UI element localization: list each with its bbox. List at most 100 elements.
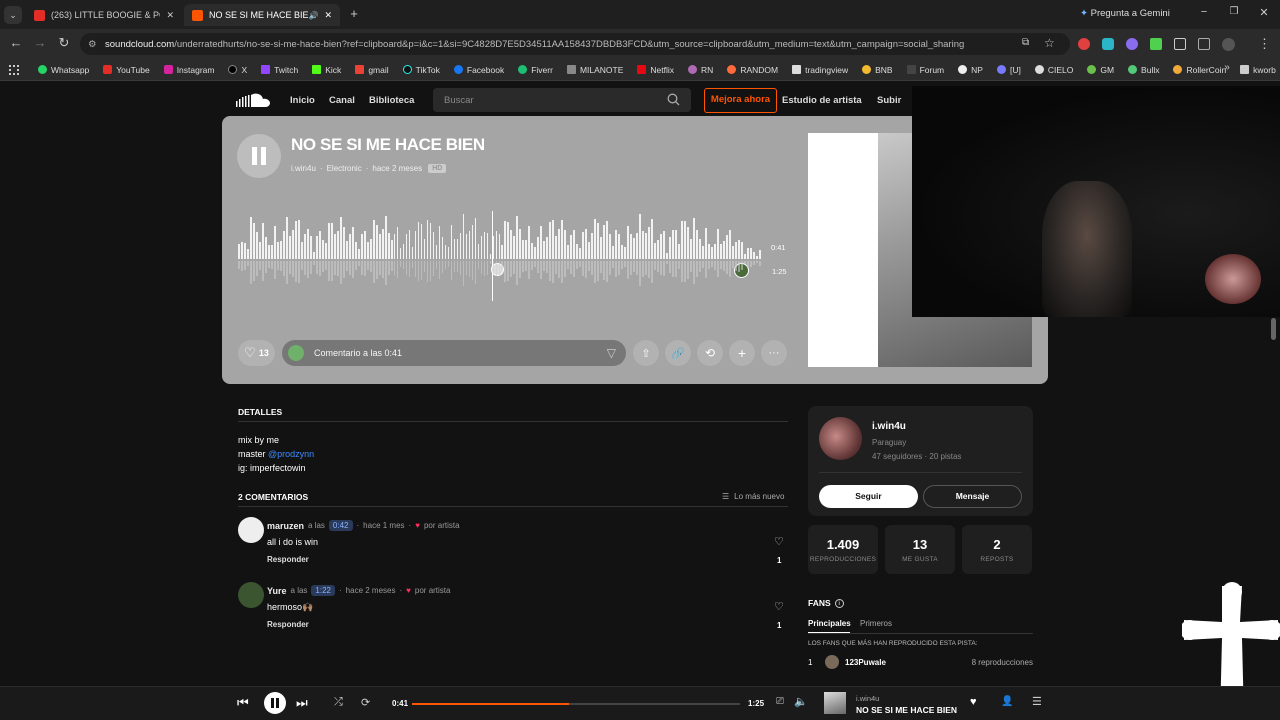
info-icon[interactable]: i	[834, 598, 844, 608]
follow-button[interactable]: Seguir	[819, 485, 918, 508]
comment-user[interactable]: Yure	[267, 586, 287, 596]
sort-dropdown[interactable]: ☰ Lo más nuevo	[722, 492, 784, 501]
player-artwork[interactable]	[824, 692, 846, 714]
tab-youtube[interactable]: (263) LITTLE BOOGIE & POST M ✕	[26, 4, 182, 26]
send-icon[interactable]: ▽	[607, 346, 616, 360]
ai-extension-icon[interactable]	[1126, 38, 1138, 50]
comment-timestamp[interactable]: 1:22	[311, 585, 335, 596]
bookmark-tiktok[interactable]: TikTok	[402, 65, 440, 75]
bookmark-bnb[interactable]: BNB	[862, 65, 893, 75]
pause-button[interactable]	[237, 134, 281, 178]
bookmark-x[interactable]: X	[228, 65, 247, 75]
player-like-icon[interactable]: ♥	[970, 696, 977, 708]
repost-button[interactable]: ⟲	[697, 340, 723, 366]
comment-input[interactable]: Comentario a las 0:41 ▽	[282, 340, 626, 366]
bookmark-fiverr[interactable]: Fiverr	[518, 65, 553, 75]
comment-avatar[interactable]	[238, 582, 264, 608]
bookmarks-overflow-icon[interactable]: »	[1220, 62, 1234, 73]
search-input[interactable]: Buscar	[433, 88, 691, 112]
queue-icon[interactable]: ☰	[1032, 695, 1042, 708]
menu-kebab-icon[interactable]: ⋮	[1258, 36, 1271, 52]
bookmark-u[interactable]: [U]	[996, 65, 1021, 75]
progress-slider[interactable]	[412, 703, 740, 705]
next-icon[interactable]: ⏭	[296, 695, 308, 711]
puzzle-extension-icon[interactable]	[1174, 38, 1186, 50]
cast-icon[interactable]: ⎚	[776, 696, 784, 707]
like-button[interactable]: ♡ 13	[238, 340, 275, 366]
speaker-icon[interactable]: 🔊	[308, 11, 318, 20]
bookmark-forum[interactable]: Forum	[906, 65, 944, 75]
bookmark-netflix[interactable]: Netflix	[637, 65, 674, 75]
new-tab-icon[interactable]: +	[346, 6, 362, 21]
share-button[interactable]: ⇧	[633, 340, 659, 366]
track-artist-link[interactable]: i.win4u	[291, 164, 316, 173]
follow-user-icon[interactable]: 👤	[1001, 696, 1013, 707]
back-icon[interactable]: ←	[8, 35, 24, 50]
apps-grid-icon[interactable]	[9, 65, 19, 75]
upgrade-button[interactable]: Mejora ahora	[704, 88, 777, 113]
reply-button[interactable]: Responder	[267, 620, 309, 629]
bookmark-facebook[interactable]: Facebook	[453, 65, 504, 75]
tracks-count[interactable]: 20 pistas	[929, 452, 961, 461]
waveform[interactable]	[238, 211, 762, 301]
url-field[interactable]: ⚙ soundcloud.com /underratedhurts/no-se-…	[80, 33, 1070, 55]
add-to-playlist-button[interactable]: +	[729, 340, 755, 366]
site-info-icon[interactable]: ⚙	[88, 39, 97, 50]
bookmark-kworb[interactable]: kworb	[1240, 65, 1276, 75]
reload-icon[interactable]: ↻	[56, 35, 72, 51]
tab-list-icon[interactable]: ⌄	[4, 6, 22, 24]
bookmark-instagram[interactable]: Instagram	[163, 65, 214, 75]
media-extension-icon[interactable]	[1198, 38, 1210, 50]
player-title[interactable]: NO SE SI ME HACE BIEN	[856, 705, 957, 715]
artist-name[interactable]: i.win4u	[872, 421, 906, 432]
soundcloud-logo-icon[interactable]	[236, 92, 270, 109]
track-genre[interactable]: Electronic	[327, 164, 362, 173]
bookmark-tradingview[interactable]: tradingview	[792, 65, 848, 75]
nav-studio[interactable]: Estudio de artista	[782, 95, 862, 106]
comment-user[interactable]: maruzen	[267, 521, 304, 531]
nav-biblioteca[interactable]: Biblioteca	[369, 95, 414, 106]
bookmark-np[interactable]: NP	[958, 65, 983, 75]
tab-primeros[interactable]: Primeros	[860, 619, 892, 628]
shuffle-icon[interactable]: ⤮	[334, 696, 343, 709]
forward-icon[interactable]: →	[32, 35, 48, 50]
tab-principales[interactable]: Principales	[808, 619, 851, 628]
search-icon[interactable]	[667, 93, 680, 106]
maximize-icon[interactable]: ❐	[1226, 6, 1242, 17]
bookmark-kick[interactable]: Kick	[312, 65, 341, 75]
nav-canal[interactable]: Canal	[329, 95, 355, 106]
gemini-button[interactable]: ✦ Pregunta a Gemini	[1080, 8, 1170, 19]
message-button[interactable]: Mensaje	[923, 485, 1022, 508]
tab-soundcloud[interactable]: NO SE SI ME HACE BIEN 🔊 ✕	[184, 4, 340, 26]
player-pause-button[interactable]	[264, 692, 286, 714]
bookmark-bullx[interactable]: Bullx	[1128, 65, 1159, 75]
close-icon[interactable]: ✕	[324, 10, 332, 21]
bookmark-milanote[interactable]: MILANOTE	[566, 65, 623, 75]
record-extension-icon[interactable]	[1078, 38, 1090, 50]
artist-avatar[interactable]	[819, 417, 862, 460]
minimize-icon[interactable]: −	[1196, 6, 1212, 18]
page-scrollbar[interactable]	[1271, 318, 1276, 340]
bookmark-rn[interactable]: RN	[688, 65, 713, 75]
comment-avatar[interactable]	[238, 517, 264, 543]
nav-upload[interactable]: Subir	[877, 95, 901, 106]
mention-link[interactable]: @prodzynn	[268, 449, 314, 459]
reply-button[interactable]: Responder	[267, 555, 309, 564]
close-icon[interactable]: ✕	[166, 10, 174, 21]
profile-avatar-icon[interactable]	[1222, 38, 1235, 51]
copy-link-button[interactable]: 🔗	[665, 340, 691, 366]
bookmark-gm[interactable]: GM	[1087, 65, 1114, 75]
bookmark-twitch[interactable]: Twitch	[261, 65, 298, 75]
repeat-icon[interactable]: ⟳	[361, 696, 370, 709]
comment-like-button[interactable]: ♡	[774, 600, 784, 613]
comment-timestamp[interactable]: 0:42	[328, 520, 353, 531]
bookmark-rollercoin[interactable]: RollerCoin	[1173, 65, 1226, 75]
previous-icon[interactable]: ⏮	[237, 695, 249, 711]
bookmark-cielo[interactable]: CIELO	[1034, 65, 1073, 75]
bookmark-whatsapp[interactable]: Whatsapp	[38, 65, 89, 75]
player-artist[interactable]: i.win4u	[856, 694, 879, 703]
wand-extension-icon[interactable]	[1102, 38, 1114, 50]
bookmark-gmail[interactable]: gmail	[355, 65, 389, 75]
bookmark-youtube[interactable]: YouTube	[103, 65, 150, 75]
excel-extension-icon[interactable]	[1150, 38, 1162, 50]
